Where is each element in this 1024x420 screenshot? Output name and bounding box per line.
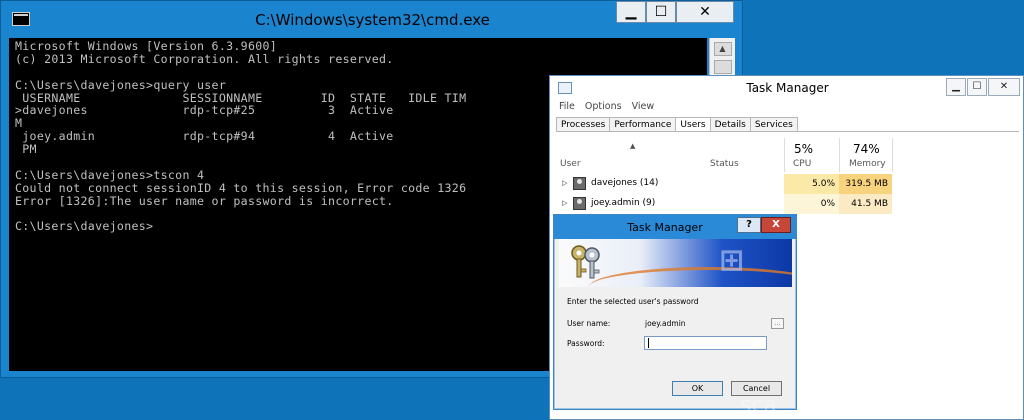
cpu-value: 0% [784,194,839,214]
help-button[interactable]: ? [737,217,761,233]
watermark-text: sca [740,393,778,418]
sort-arrow-icon: ▲ [630,142,636,150]
dialog-prompt: Enter the selected user's password [567,297,699,306]
tm-titlebar[interactable]: Task Manager ▁ ☐ ✕ [550,76,1023,100]
menu-view[interactable]: View [632,101,655,112]
tab-performance[interactable]: Performance [609,117,677,132]
expand-arrow-icon[interactable]: ▷ [562,199,567,207]
menu-bar: File Options View [559,101,654,112]
keys-icon [571,245,600,279]
column-status[interactable]: Status [710,159,739,169]
tab-users[interactable]: Users [675,117,711,132]
password-dialog: Task Manager ? X ⊞ Enter the selected us… [553,214,797,410]
table-row[interactable]: ▷ davejones (14) 5.0% 319.5 MB [556,174,892,194]
tm-maximize-button[interactable]: ☐ [967,78,987,96]
maximize-button[interactable]: ☐ [646,1,676,23]
cpu-value: 5.0% [784,174,839,194]
console-line: Microsoft Windows [Version 6.3.9600] [15,39,278,53]
table-row[interactable]: ▷ joey.admin (9) 0% 41.5 MB [556,194,892,214]
close-button[interactable]: ✕ [676,1,734,23]
tab-divider [556,131,1019,132]
memory-value: 319.5 MB [839,174,892,194]
column-user[interactable]: User [560,159,581,169]
user-name: davejones (14) [591,178,659,188]
banner-wave [589,267,792,287]
dialog-close-button[interactable]: X [761,217,791,233]
tab-bar: Processes Performance Users Details Serv… [556,117,798,132]
expand-arrow-icon[interactable]: ▷ [562,179,567,187]
scroll-thumb[interactable] [713,60,732,74]
memory-total-percent: 74% [853,142,880,156]
column-divider[interactable] [892,138,893,172]
tm-close-button[interactable]: ✕ [988,78,1020,96]
console-line: (c) 2013 Microsoft Corporation. All righ… [15,51,394,66]
cpu-total-percent: 5% [794,142,814,156]
column-memory[interactable]: Memory [849,159,886,169]
browse-user-button[interactable]: ... [771,318,784,329]
memory-value: 41.5 MB [839,194,892,214]
ok-button[interactable]: OK [672,381,723,396]
minimize-button[interactable]: ▁ [616,1,646,23]
password-label: Password: [567,339,605,348]
tm-minimize-button[interactable]: ▁ [946,78,966,96]
user-icon [573,177,586,190]
scroll-up-arrow-icon[interactable]: ▲ [713,42,732,56]
tab-processes[interactable]: Processes [556,117,611,132]
column-headers: ▲ User Status 5% CPU 74% Memory [556,138,1019,172]
tab-services[interactable]: Services [749,117,798,132]
username-label: User name: [567,319,611,328]
tab-details[interactable]: Details [709,117,751,132]
username-value: joey.admin [645,319,686,328]
dialog-titlebar[interactable]: Task Manager ? X [554,215,796,239]
user-icon [573,197,586,210]
menu-options[interactable]: Options [585,101,622,112]
cmd-titlebar[interactable]: C:\Windows\system32\cmd.exe ▁ ☐ ✕ [1,1,742,37]
column-divider[interactable] [784,138,785,172]
column-cpu[interactable]: CPU [793,159,811,169]
password-input[interactable] [644,336,767,350]
column-divider[interactable] [839,138,840,172]
user-name: joey.admin (9) [591,198,656,208]
text-caret [648,338,649,348]
menu-file[interactable]: File [559,101,575,112]
windows-logo-icon: ⊞ [719,243,745,278]
